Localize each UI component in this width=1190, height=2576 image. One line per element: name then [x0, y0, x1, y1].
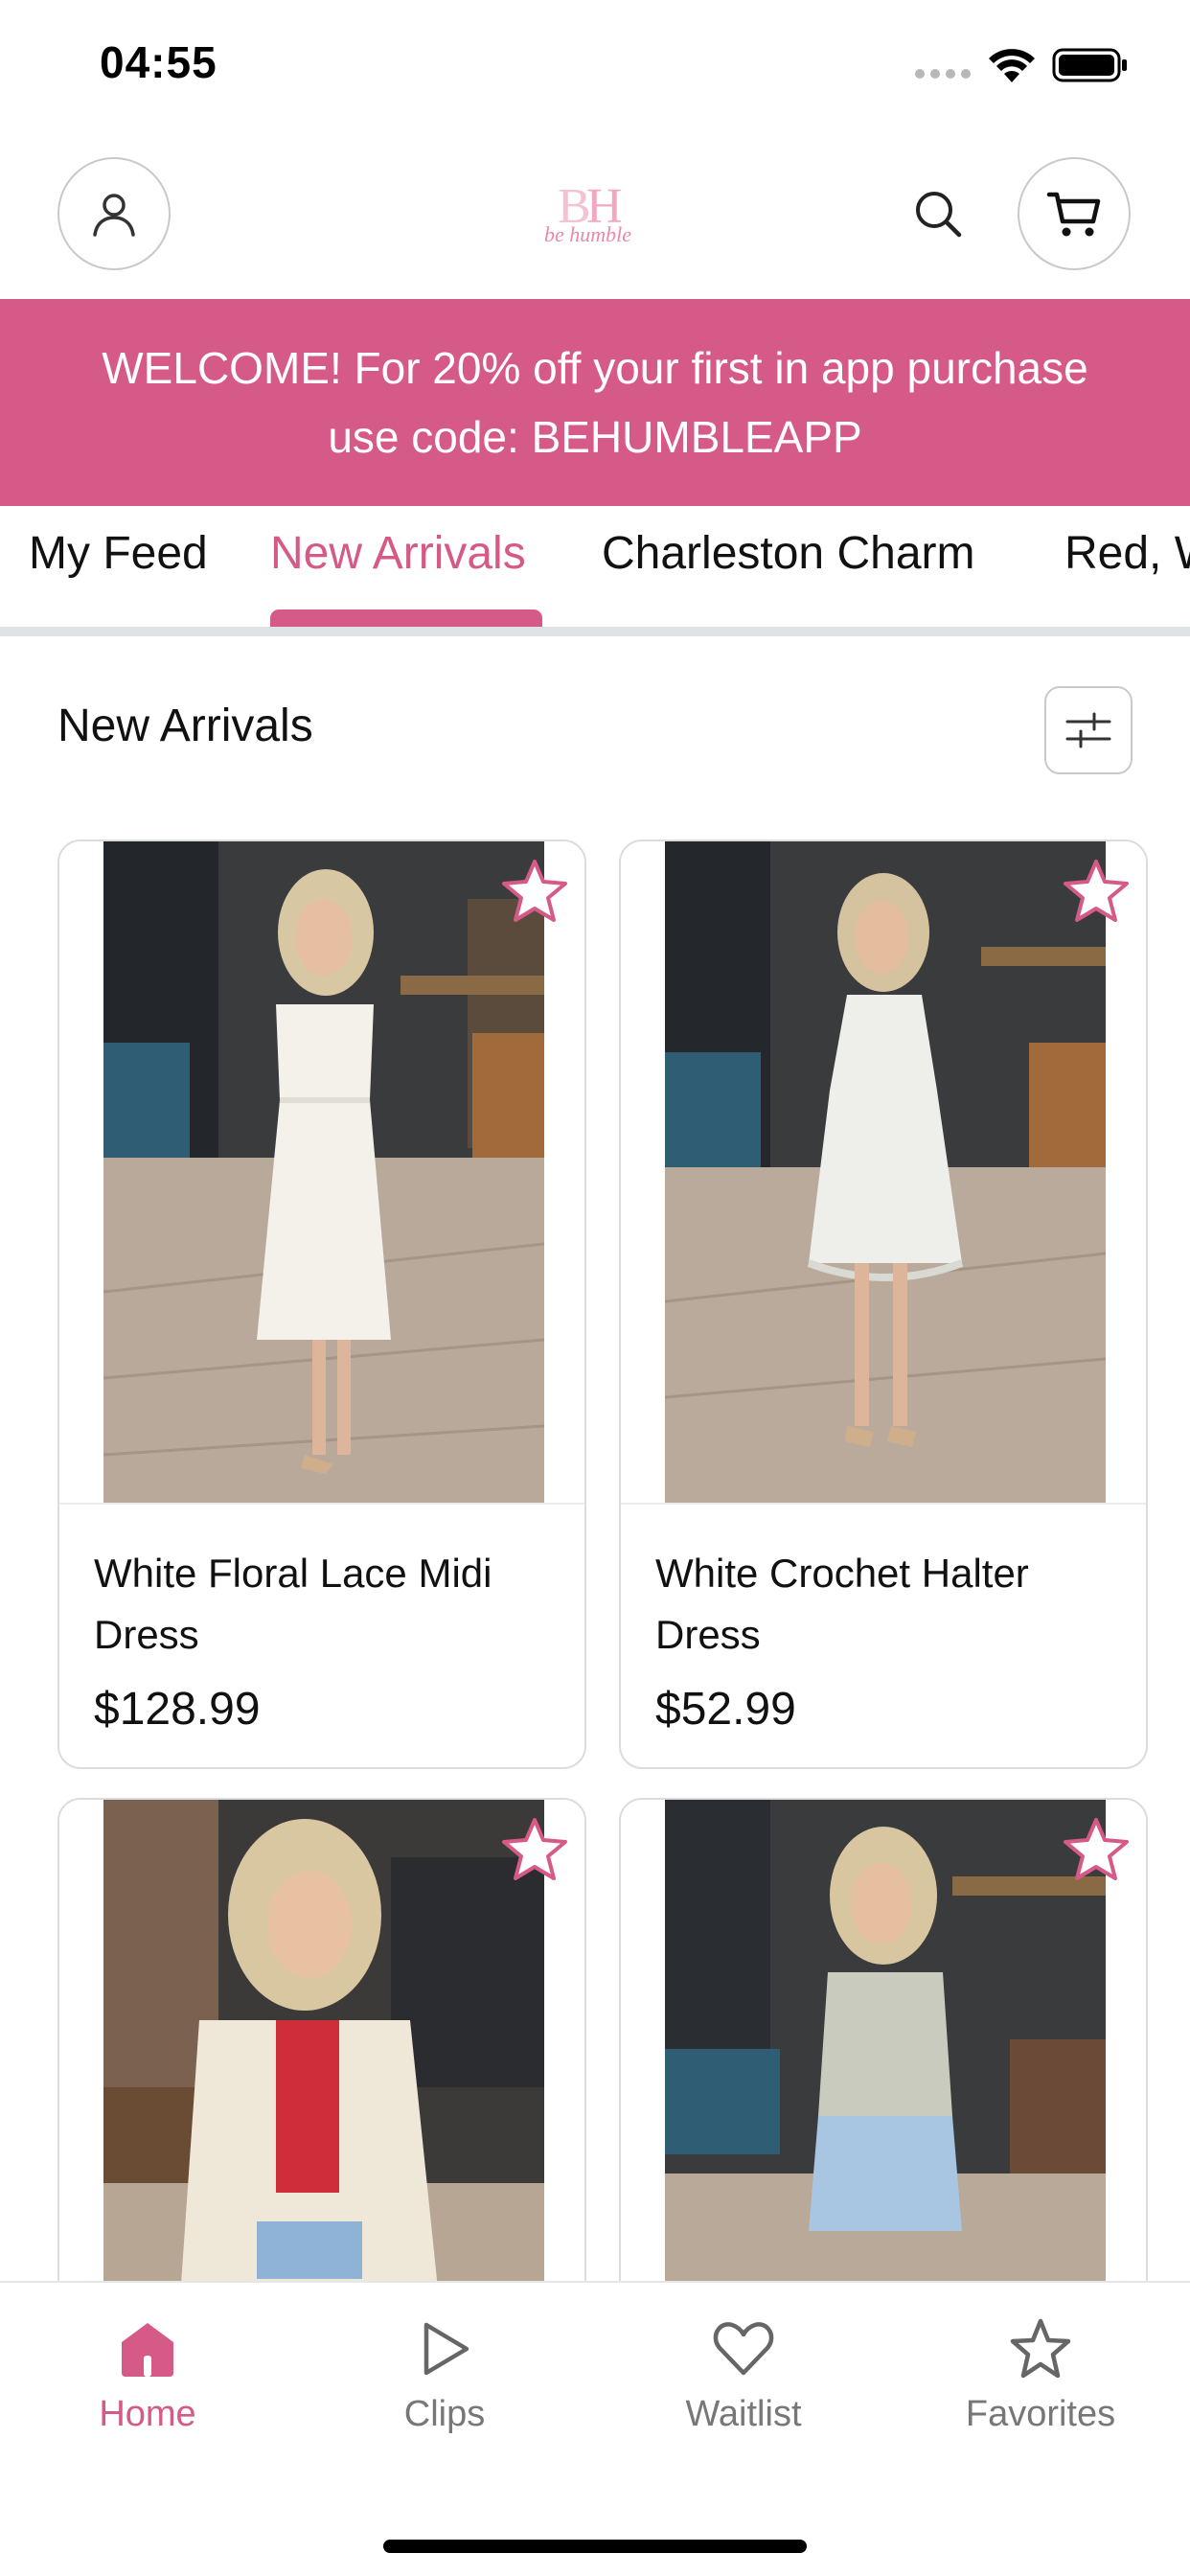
- favorite-star-icon[interactable]: [1062, 857, 1131, 926]
- product-image[interactable]: [59, 1800, 584, 2333]
- svg-text:be humble: be humble: [544, 222, 631, 246]
- user-icon: [93, 194, 135, 237]
- sliders-icon: [1065, 712, 1111, 748]
- nav-home[interactable]: Home: [33, 2317, 263, 2435]
- nav-clips-label: Clips: [403, 2394, 486, 2434]
- product-price: $52.99: [655, 1684, 796, 1735]
- product-photo: [665, 841, 1106, 1503]
- account-button[interactable]: [57, 157, 171, 270]
- product-photo: [103, 1800, 544, 2333]
- product-price: $128.99: [94, 1684, 261, 1735]
- category-tabs: My Feed New Arrivals Charleston Charm Re…: [0, 506, 1190, 636]
- product-image[interactable]: [621, 1800, 1146, 2333]
- product-image[interactable]: [59, 841, 584, 1503]
- product-photo: [665, 1800, 1106, 2333]
- active-tab-indicator: [270, 610, 542, 627]
- nav-waitlist-label: Waitlist: [685, 2394, 802, 2434]
- star-icon: [1010, 2318, 1071, 2379]
- promo-line-2: use code: BEHUMBLEAPP: [328, 412, 862, 462]
- product-image[interactable]: [621, 841, 1146, 1503]
- tab-my-feed[interactable]: My Feed: [29, 527, 208, 580]
- nav-favorites[interactable]: Favorites: [926, 2317, 1156, 2435]
- filter-button[interactable]: [1044, 686, 1133, 774]
- favorite-star-icon[interactable]: [1062, 1815, 1131, 1884]
- product-name: White Floral Lace Midi Dress: [94, 1551, 492, 1657]
- home-indicator[interactable]: [383, 2540, 807, 2553]
- search-button[interactable]: [906, 182, 970, 245]
- product-info: White Floral Lace Midi Dress $128.99: [59, 1503, 584, 1767]
- product-photo: [103, 841, 544, 1503]
- tab-new-arrivals[interactable]: New Arrivals: [270, 527, 526, 580]
- nav-home-label: Home: [99, 2394, 196, 2434]
- favorite-star-icon[interactable]: [500, 1815, 569, 1884]
- status-bar: 04:55: [0, 0, 1190, 134]
- bottom-nav: Home Clips Waitlist Favorites: [0, 2281, 1190, 2576]
- product-name: White Crochet Halter Dress: [655, 1551, 1029, 1657]
- tab-charleston-charm[interactable]: Charleston Charm: [602, 527, 974, 580]
- product-card[interactable]: [619, 1798, 1148, 2334]
- nav-clips[interactable]: Clips: [330, 2317, 560, 2435]
- play-icon: [423, 2322, 469, 2376]
- product-card[interactable]: [57, 1798, 586, 2334]
- heart-icon: [713, 2322, 774, 2376]
- tab-red-white[interactable]: Red, W: [1064, 527, 1190, 580]
- nav-waitlist[interactable]: Waitlist: [629, 2317, 858, 2435]
- nav-favorites-label: Favorites: [965, 2394, 1116, 2434]
- home-icon: [122, 2323, 173, 2377]
- cart-button[interactable]: [1018, 157, 1131, 270]
- battery-icon: [1052, 48, 1127, 82]
- wifi-icon: [989, 49, 1035, 82]
- product-card[interactable]: White Crochet Halter Dress $52.99: [619, 840, 1148, 1769]
- product-card[interactable]: White Floral Lace Midi Dress $128.99: [57, 840, 586, 1769]
- cart-icon: [1046, 192, 1101, 237]
- promo-banner[interactable]: WELCOME! For 20% off your first in app p…: [0, 299, 1190, 506]
- status-time: 04:55: [100, 37, 217, 87]
- promo-line-1: WELCOME! For 20% off your first in app p…: [102, 343, 1088, 393]
- favorite-star-icon[interactable]: [500, 857, 569, 926]
- section-title: New Arrivals: [57, 701, 313, 751]
- cellular-signal-icon: [915, 69, 971, 79]
- search-icon: [916, 192, 962, 238]
- product-info: White Crochet Halter Dress $52.99: [621, 1503, 1146, 1767]
- brand-logo[interactable]: B H be humble: [537, 172, 652, 259]
- app-header: B H be humble: [0, 134, 1190, 299]
